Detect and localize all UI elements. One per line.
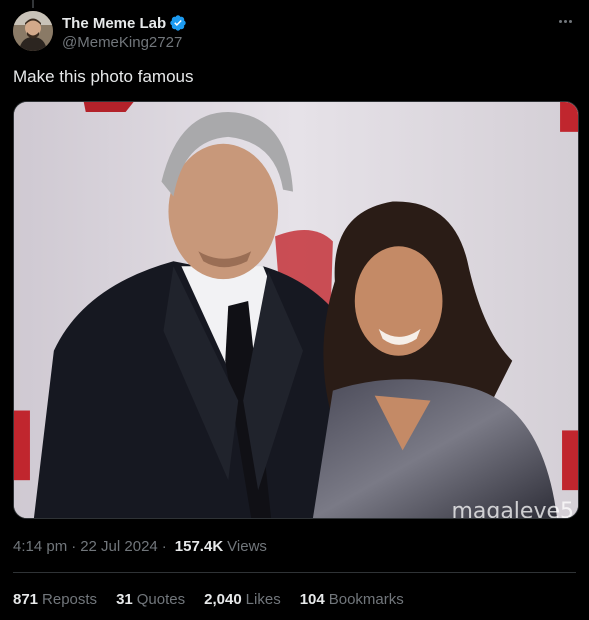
meta-separator: ·: [71, 538, 77, 555]
avatar[interactable]: [13, 11, 53, 51]
avatar-image: [13, 11, 53, 51]
views-label: Views: [227, 538, 267, 555]
tweet-photo[interactable]: magaleve5: [13, 101, 579, 519]
reposts-stat[interactable]: 871 Reposts: [13, 591, 97, 608]
likes-stat[interactable]: 2,040 Likes: [204, 591, 281, 608]
quotes-stat[interactable]: 31 Quotes: [116, 591, 185, 608]
photo-image: [14, 102, 578, 518]
likes-count: 2,040: [204, 591, 242, 608]
reposts-count: 871: [13, 591, 39, 608]
display-name[interactable]: The Meme Lab: [62, 15, 166, 32]
tweet-time[interactable]: 4:14 pm: [13, 538, 67, 555]
quotes-count: 31: [116, 591, 133, 608]
quotes-label: Quotes: [136, 591, 186, 608]
more-options-icon[interactable]: [553, 11, 577, 31]
views-count[interactable]: 157.4K: [175, 538, 223, 555]
tweet-date[interactable]: 22 Jul 2024: [80, 538, 158, 555]
thread-line: [32, 0, 34, 8]
tweet-text: Make this photo famous: [13, 67, 194, 86]
photo-watermark: magaleve5: [451, 499, 574, 519]
handle[interactable]: @MemeKing2727: [62, 34, 187, 51]
bookmarks-stat[interactable]: 104 Bookmarks: [300, 591, 404, 608]
engagement-stats: 871 Reposts 31 Quotes 2,040 Likes 104 Bo…: [13, 591, 423, 608]
bookmarks-count: 104: [299, 591, 325, 608]
likes-label: Likes: [245, 591, 281, 608]
verified-badge-icon[interactable]: [169, 14, 187, 32]
bookmarks-label: Bookmarks: [328, 591, 404, 608]
tweet-header: The Meme Lab @MemeKing2727: [13, 11, 577, 53]
divider: [13, 572, 576, 573]
reposts-label: Reposts: [42, 591, 98, 608]
tweet-meta: 4:14 pm · 22 Jul 2024 · 157.4K Views: [13, 538, 267, 555]
meta-separator: ·: [161, 538, 167, 555]
